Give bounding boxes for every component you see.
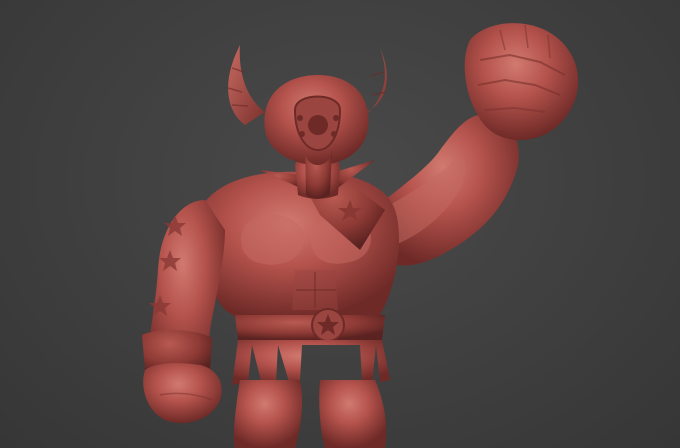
belt-skirt [232,308,390,385]
helmet [227,45,387,199]
left-horn [228,45,265,125]
sculpt-viewport[interactable] [0,0,680,448]
left-arm [142,200,225,424]
legs [233,380,387,448]
sculpted-figure [142,23,579,448]
raised-arm [380,23,579,266]
